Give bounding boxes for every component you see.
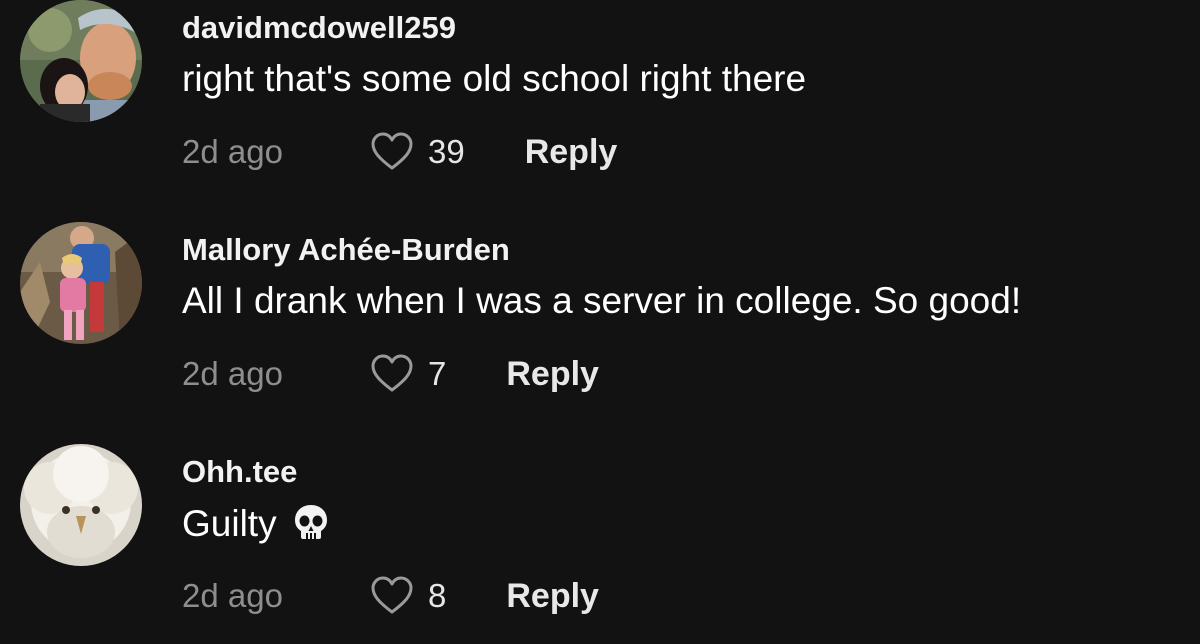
like-button[interactable]: 8 xyxy=(370,576,446,616)
comment-item: Ohh.tee Guilty 2d ago 8 Reply xyxy=(0,444,1200,644)
comment-username[interactable]: Ohh.tee xyxy=(182,454,297,490)
comment-text: Guilty xyxy=(182,502,331,545)
comment-username[interactable]: Mallory Achée-Burden xyxy=(182,232,510,268)
heart-outline-icon xyxy=(371,354,413,392)
like-count: 7 xyxy=(428,355,447,392)
comment-text: All I drank when I was a server in colle… xyxy=(182,280,1022,321)
like-count: 39 xyxy=(428,133,465,170)
reply-button[interactable]: Reply xyxy=(525,133,618,172)
comment-meta: 2d ago 7 Reply xyxy=(182,350,599,398)
comment-text-content: Guilty xyxy=(182,503,277,544)
like-count: 8 xyxy=(428,577,447,614)
comment-timestamp: 2d ago xyxy=(182,577,283,614)
like-button[interactable]: 7 xyxy=(370,354,446,394)
like-button[interactable]: 39 xyxy=(370,132,465,172)
heart-outline-icon xyxy=(371,132,413,170)
avatar[interactable] xyxy=(20,0,142,122)
comment-meta: 2d ago 8 Reply xyxy=(182,572,599,620)
comment-username[interactable]: davidmcdowell259 xyxy=(182,10,456,46)
heart-outline-icon xyxy=(371,576,413,614)
reply-button[interactable]: Reply xyxy=(506,577,599,616)
comment-timestamp: 2d ago xyxy=(182,355,283,392)
skull-emoji xyxy=(294,505,327,539)
comment-item: davidmcdowell259 right that's some old s… xyxy=(0,0,1200,200)
comment-text: right that's some old school right there xyxy=(182,58,807,99)
avatar[interactable] xyxy=(20,222,142,344)
avatar[interactable] xyxy=(20,444,142,566)
comment-timestamp: 2d ago xyxy=(182,133,283,170)
comment-item: Mallory Achée-Burden All I drank when I … xyxy=(0,222,1200,422)
reply-button[interactable]: Reply xyxy=(506,355,599,394)
comment-meta: 2d ago 39 Reply xyxy=(182,128,617,176)
